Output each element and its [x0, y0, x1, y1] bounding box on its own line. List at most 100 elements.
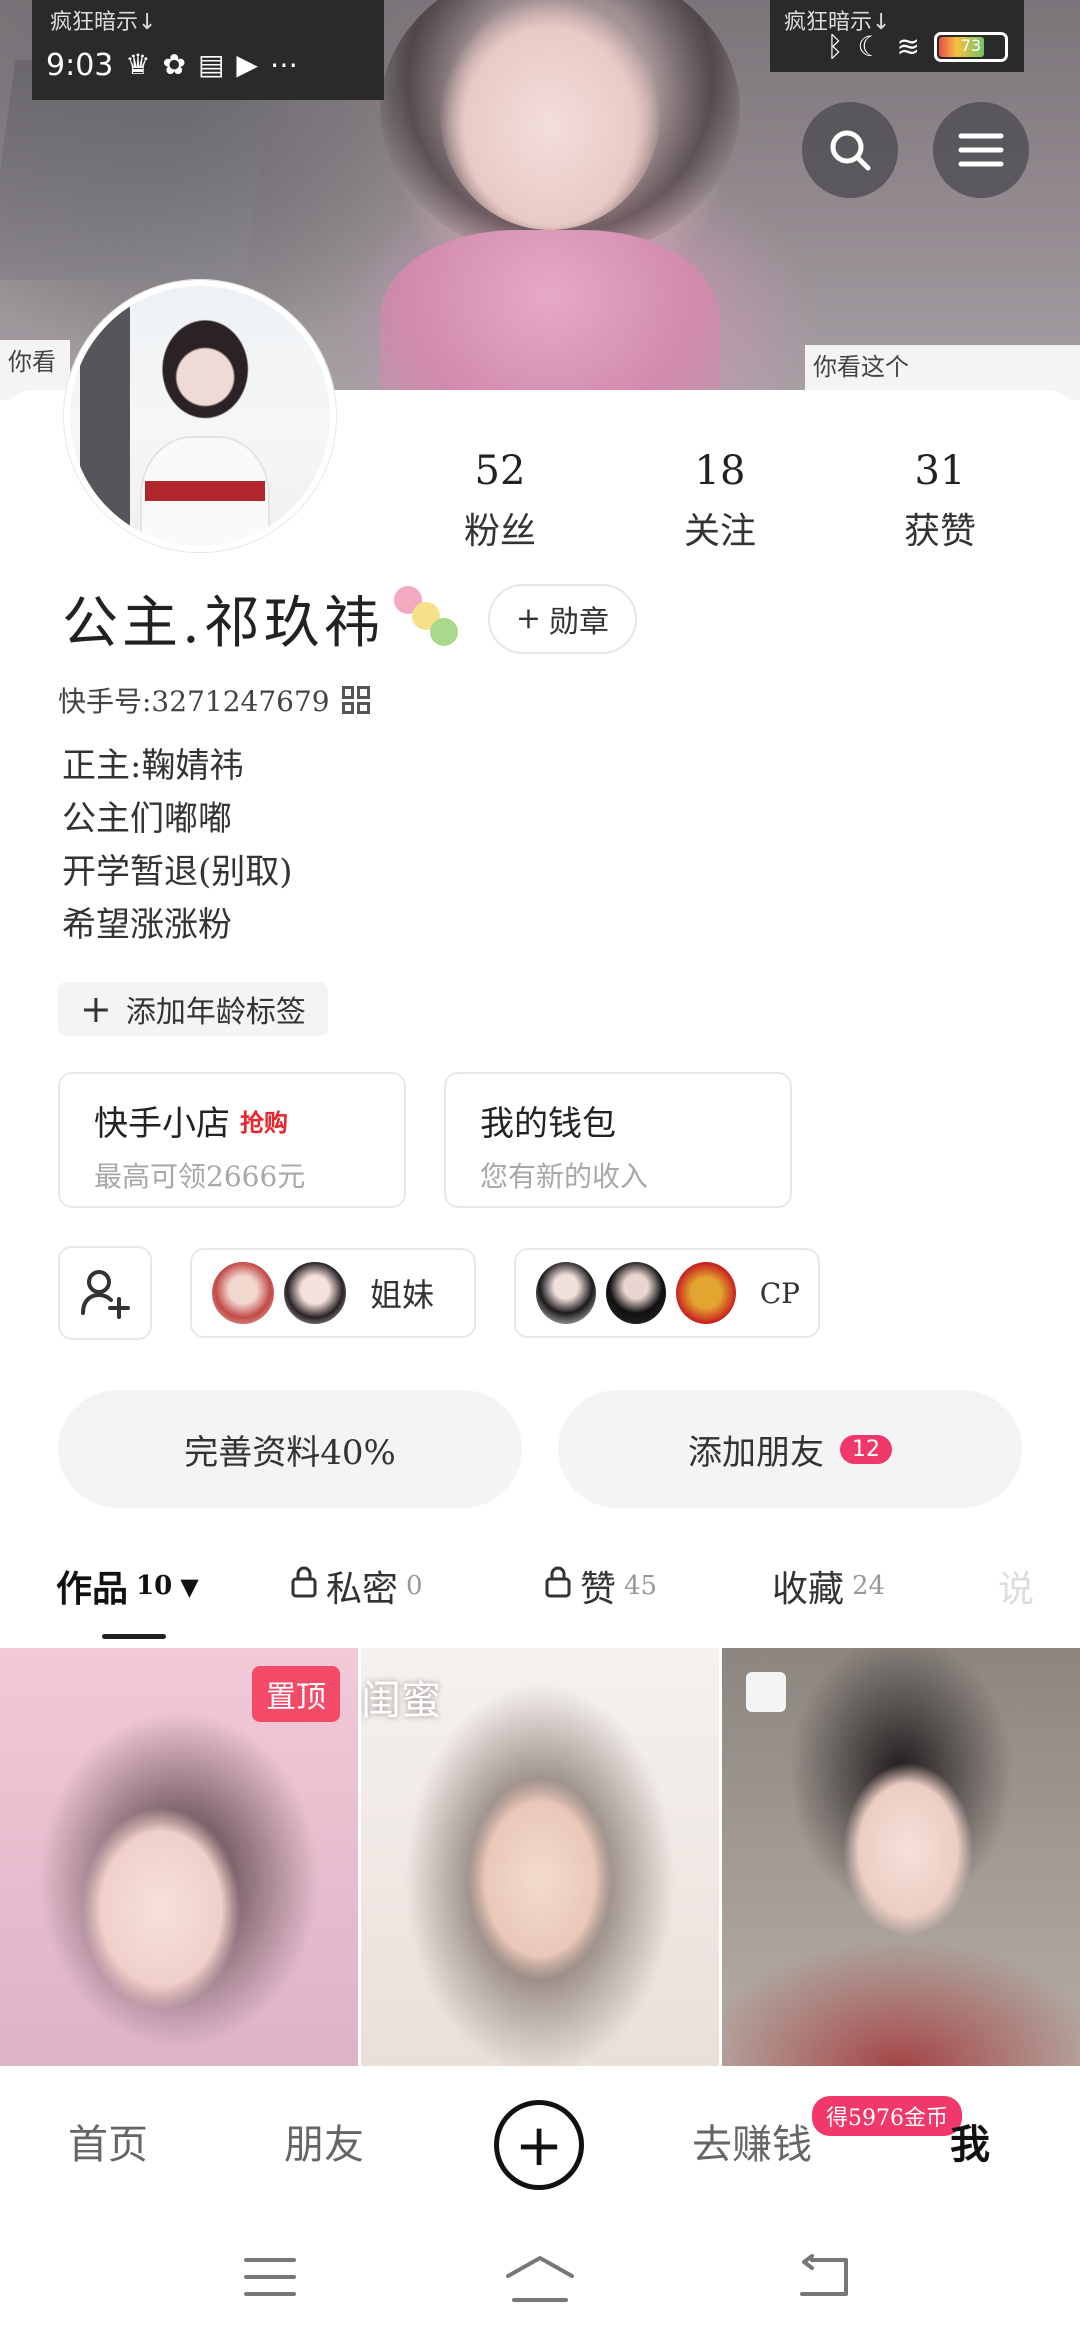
- nav-me[interactable]: 我: [950, 2112, 990, 2170]
- status-sticker-right: 疯狂暗示↓: [784, 10, 891, 35]
- wifi-icon: ≋: [896, 30, 920, 63]
- video-thumbnail[interactable]: 置顶: [0, 1648, 358, 2068]
- status-time: 9:03: [46, 47, 114, 83]
- content-tabs: 作品 10 ▼ 私密 0 赞 45 收藏 24 说: [56, 1560, 1080, 1612]
- back-icon: [800, 2254, 848, 2296]
- tile-subtitle: 您有新的收入: [480, 1160, 649, 1193]
- profile-stats: 52 粉丝 18 关注 31 获赞: [390, 448, 1050, 554]
- bluetooth-icon: ᛒ: [826, 30, 844, 63]
- stat-likes[interactable]: 31 获赞: [830, 448, 1050, 554]
- tab-label: 收藏: [772, 1569, 845, 1610]
- complete-profile-button[interactable]: 完善资料40%: [58, 1390, 522, 1508]
- name-row: 公主.祁玖祎 + 勋章: [62, 578, 637, 659]
- cover-face: [440, 0, 660, 230]
- thumbnail-caption: 闺蜜: [361, 1678, 441, 1724]
- profile-name: 公主.祁玖祎: [62, 591, 384, 656]
- tab-count: 24: [852, 1571, 886, 1601]
- tile-title: 快手小店: [94, 1104, 230, 1144]
- tab-works[interactable]: 作品 10 ▼: [56, 1560, 290, 1612]
- stat-value: 18: [694, 448, 746, 494]
- caret-down-icon[interactable]: ▼: [180, 1572, 198, 1601]
- group-member-avatar: [673, 1260, 738, 1326]
- stat-following[interactable]: 18 关注: [610, 448, 830, 554]
- tile-subtitle: 最高可领2666元: [94, 1160, 306, 1193]
- tab-label: 赞: [580, 1569, 617, 1610]
- group-member-avatar: [603, 1260, 668, 1326]
- badge-label: 勋章: [548, 604, 609, 640]
- service-tiles: 快手小店 抢购 最高可领2666元 我的钱包 您有新的收入: [58, 1072, 792, 1208]
- bio-line: 开学暂退(别取): [62, 852, 293, 892]
- complete-profile-label: 完善资料40%: [184, 1432, 396, 1473]
- group-cp[interactable]: CP: [514, 1248, 820, 1338]
- tab-moments[interactable]: 说: [998, 1560, 1058, 1612]
- nav-home[interactable]: 首页: [68, 2112, 148, 2170]
- add-user-button[interactable]: [58, 1246, 152, 1340]
- back-button[interactable]: [796, 2254, 852, 2304]
- lock-icon: [290, 1565, 318, 1608]
- cover-dress: [380, 230, 720, 400]
- crown-icon: ♛: [125, 48, 151, 81]
- kuaishou-shop-tile[interactable]: 快手小店 抢购 最高可领2666元: [58, 1072, 406, 1208]
- kuaishou-id[interactable]: 快手号:3271247679: [58, 680, 370, 720]
- group-sisters[interactable]: 姐妹: [190, 1248, 476, 1338]
- pinned-badge: 置顶: [252, 1666, 340, 1722]
- stat-value: 52: [474, 448, 526, 494]
- add-user-icon: [81, 1270, 130, 1319]
- tab-count: 45: [624, 1571, 658, 1601]
- tab-label: 作品: [56, 1568, 129, 1610]
- status-sticker-left: 疯狂暗示↓: [50, 10, 157, 35]
- badge-button[interactable]: + 勋章: [487, 583, 637, 654]
- play-icon: ▶: [236, 48, 258, 81]
- qr-code-icon[interactable]: [341, 686, 370, 714]
- tab-liked[interactable]: 赞 45: [544, 1560, 772, 1612]
- plus-icon: +: [515, 601, 541, 636]
- bio-line: 希望涨涨粉: [62, 905, 232, 945]
- create-post-button[interactable]: +: [494, 2100, 584, 2190]
- age-tag-label: 添加年龄标签: [125, 995, 306, 1030]
- wallet-tile[interactable]: 我的钱包 您有新的收入: [444, 1072, 792, 1208]
- status-bar-left: 疯狂暗示↓ 9:03 ♛ ✿ ▤ ▶ ⋯: [32, 0, 384, 100]
- kuaishou-id-text: 快手号:3271247679: [58, 685, 330, 718]
- group-member-avatar: [534, 1260, 598, 1326]
- tab-favorites[interactable]: 收藏 24: [772, 1560, 998, 1612]
- group-member-avatar: [282, 1260, 348, 1326]
- tab-private[interactable]: 私密 0: [290, 1560, 544, 1612]
- bio-line: 正主:鞠婧祎: [62, 746, 244, 786]
- stat-label: 粉丝: [463, 511, 536, 552]
- menu-button[interactable]: [933, 102, 1029, 198]
- add-friends-count-badge: 12: [840, 1434, 892, 1464]
- tab-label: 说: [998, 1569, 1035, 1610]
- relationship-groups: 姐妹 CP: [58, 1246, 820, 1340]
- recent-apps-button[interactable]: [244, 2254, 296, 2304]
- video-thumbnail[interactable]: [722, 1648, 1080, 2068]
- plus-icon: +: [80, 987, 112, 1031]
- dango-emoji-icon: [392, 584, 462, 654]
- home-icon: [506, 2256, 574, 2302]
- lock-icon: [544, 1565, 572, 1608]
- bio-line: 公主们嘟嘟: [62, 799, 232, 839]
- profile-actions: 完善资料40% 添加朋友 12: [58, 1390, 1022, 1508]
- works-grid: 置顶 闺蜜: [0, 1648, 1080, 2068]
- nav-friends[interactable]: 朋友: [284, 2112, 364, 2170]
- battery-level: 73: [960, 36, 982, 55]
- add-friends-button[interactable]: 添加朋友 12: [558, 1390, 1022, 1508]
- active-tab-indicator: [102, 1634, 166, 1639]
- stat-followers[interactable]: 52 粉丝: [390, 448, 610, 554]
- stat-label: 关注: [683, 511, 756, 552]
- status-bar-right: 疯狂暗示↓ ᛒ ☾ ≋ 73: [770, 0, 1024, 72]
- search-button[interactable]: [802, 102, 898, 198]
- stat-label: 获赞: [903, 511, 976, 552]
- avatar-sash: [145, 481, 265, 501]
- avatar[interactable]: [64, 280, 336, 552]
- add-age-tag-button[interactable]: + 添加年龄标签: [58, 982, 328, 1036]
- avatar-background-post: [80, 306, 130, 526]
- tab-count: 10: [136, 1571, 173, 1601]
- video-thumbnail[interactable]: 闺蜜: [361, 1648, 719, 2068]
- bottom-navigation: 首页 朋友 + 去赚钱 得5976金币 我: [0, 2066, 1080, 2216]
- home-button[interactable]: [504, 2254, 576, 2308]
- tab-label: 私密: [326, 1569, 399, 1610]
- tab-count: 0: [406, 1571, 423, 1601]
- profile-bio: 正主:鞠婧祎 公主们嘟嘟 开学暂退(别取) 希望涨涨粉: [62, 740, 293, 952]
- nav-earn[interactable]: 去赚钱: [692, 2112, 812, 2170]
- more-dots-icon: ⋯: [269, 48, 298, 81]
